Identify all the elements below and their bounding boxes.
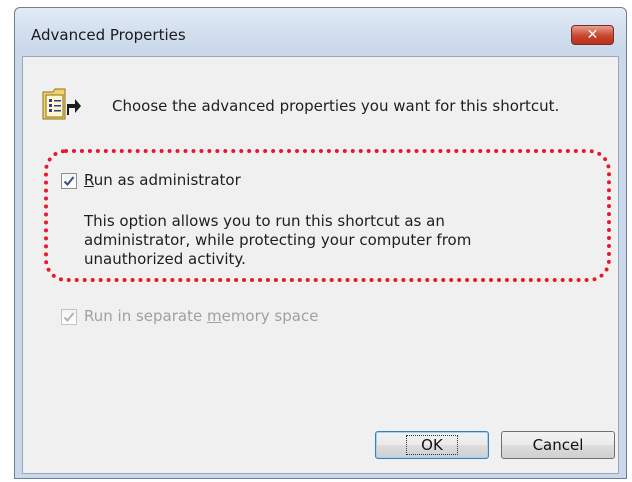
header-description: Choose the advanced properties you want … [112, 97, 560, 115]
checkmark-icon [63, 312, 75, 322]
separate-memory-label: Run in separate memory space [84, 307, 319, 325]
ok-button-label: OK [406, 435, 458, 455]
dialog-window: Advanced Properties ✕ Choose the advance… [14, 7, 627, 479]
dialog-content: Choose the advanced properties you want … [22, 56, 619, 474]
dialog-title: Advanced Properties [31, 26, 186, 44]
highlight-annotation [44, 149, 611, 282]
separate-memory-checkbox [61, 309, 77, 325]
cancel-button[interactable]: Cancel [501, 431, 615, 459]
close-icon: ✕ [586, 27, 599, 43]
cancel-button-label: Cancel [532, 436, 584, 454]
shortcut-properties-icon [42, 88, 81, 120]
title-bar[interactable]: Advanced Properties ✕ [15, 8, 626, 56]
close-button[interactable]: ✕ [571, 25, 614, 45]
ok-button[interactable]: OK [375, 431, 489, 459]
